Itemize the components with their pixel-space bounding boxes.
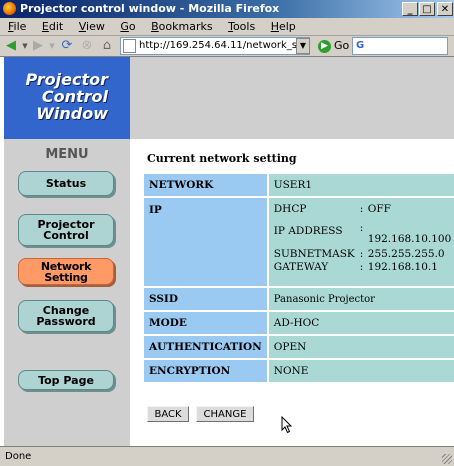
address-bar[interactable]: http://169.254.64.11/network_setting_e.h…	[120, 37, 310, 55]
projector-control-button[interactable]: Projector Control	[18, 214, 114, 246]
status-button[interactable]: Status	[18, 171, 114, 196]
menu-file[interactable]: File	[8, 20, 26, 33]
network-settings-table: NETWORK USER1 IP DHCP : OFF IP ADDRESS :…	[142, 172, 454, 384]
header-banner	[130, 57, 454, 139]
table-row-ssid: SSID Panasonic Projector	[144, 288, 454, 310]
dhcp-row: DHCP : OFF	[274, 203, 452, 216]
main-panel: Current network setting NETWORK USER1 IP…	[130, 139, 454, 446]
change-password-button[interactable]: Change Password	[18, 300, 114, 332]
top-page-button[interactable]: Top Page	[18, 370, 114, 390]
search-engine-icon: G	[356, 40, 365, 51]
gateway-label: GATEWAY	[273, 261, 329, 273]
menu-view[interactable]: View	[79, 20, 105, 33]
window-title: Projector control window - Mozilla Firef…	[20, 2, 280, 15]
top-page-label: Top Page	[38, 373, 94, 387]
ip-address-value: 192.168.10.100	[367, 233, 452, 245]
resize-grip-icon[interactable]	[442, 454, 452, 464]
mouse-cursor-icon	[281, 416, 293, 434]
maximize-button[interactable]: □	[419, 2, 435, 16]
authentication-key: AUTHENTICATION	[144, 336, 267, 358]
address-dropdown-icon[interactable]: ▼	[296, 38, 310, 54]
menu-go[interactable]: Go	[120, 20, 135, 33]
change-button[interactable]: CHANGE	[196, 406, 254, 422]
table-row-network: NETWORK USER1	[144, 174, 454, 196]
ip-value-cell: DHCP : OFF IP ADDRESS : 192.168.10.100 S…	[268, 198, 454, 286]
gateway-row: GATEWAY : 192.168.10.1	[274, 261, 452, 274]
table-row-ip: IP DHCP : OFF IP ADDRESS : 192.168.10.10…	[144, 198, 454, 286]
menu-title: MENU	[45, 147, 89, 162]
change-password-label-2: Password	[36, 315, 96, 328]
table-row-mode: MODE AD-HOC	[144, 312, 454, 334]
subnetmask-row: SUBNETMASK : 255.255.255.0	[274, 248, 452, 261]
home-icon[interactable]: ⌂	[99, 38, 115, 54]
table-row-authentication: AUTHENTICATION OPEN	[144, 336, 454, 358]
page-title: Current network setting	[147, 152, 297, 165]
logo: Projector Control Window	[4, 57, 130, 139]
logo-line-3: Window	[36, 104, 108, 123]
minimize-button[interactable]: _	[402, 2, 418, 16]
ssid-value: Panasonic Projector	[268, 288, 454, 310]
status-text: Done	[5, 451, 32, 462]
subnetmask-colon: :	[359, 248, 364, 260]
ip-key: IP	[144, 198, 267, 286]
ip-address-label: IP ADDRESS	[273, 225, 343, 237]
ip-address-row: IP ADDRESS : 192.168.10.100	[274, 222, 452, 246]
dhcp-value: OFF	[367, 203, 391, 215]
dhcp-label: DHCP	[273, 203, 307, 215]
projector-control-label-2: Control	[43, 229, 89, 242]
firefox-icon	[3, 2, 16, 15]
network-value: USER1	[268, 174, 454, 196]
logo-line-1: Projector	[25, 70, 108, 89]
address-text: http://169.254.64.11/network_setting_e.h…	[139, 40, 309, 51]
status-bar: Done	[0, 446, 454, 466]
subnetmask-label: SUBNETMASK	[273, 248, 355, 260]
network-setting-button[interactable]: Network Setting	[18, 258, 114, 285]
status-label: Status	[45, 177, 87, 190]
subnetmask-value: 255.255.255.0	[367, 248, 445, 260]
mode-key: MODE	[144, 312, 267, 334]
menu-bookmarks[interactable]: Bookmarks	[151, 20, 212, 33]
page-icon	[123, 39, 136, 53]
navigation-toolbar: ◀ ▼ ▶ ▼ ⟳ ⊗ ⌂ http://169.254.64.11/netwo…	[0, 36, 454, 57]
ssid-key: SSID	[144, 288, 267, 310]
go-arrow-icon: ▶	[318, 39, 331, 53]
reload-icon[interactable]: ⟳	[59, 38, 75, 54]
dhcp-colon: :	[359, 203, 364, 215]
authentication-value: OPEN	[268, 336, 454, 358]
page-content: Projector Control Window MENU Status Pro…	[0, 57, 454, 446]
back-button[interactable]: BACK	[147, 406, 189, 422]
menu-edit[interactable]: Edit	[42, 20, 63, 33]
gateway-value: 192.168.10.1	[367, 261, 438, 273]
logo-line-2: Control	[41, 87, 108, 106]
window-titlebar: Projector control window - Mozilla Firef…	[0, 0, 454, 18]
menu-bar: File Edit View Go Bookmarks Tools Help	[0, 18, 454, 36]
menu-help[interactable]: Help	[271, 20, 296, 33]
table-row-encryption: ENCRYPTION NONE	[144, 360, 454, 382]
network-setting-label: Network Setting	[40, 259, 92, 284]
close-button[interactable]: ✕	[437, 2, 453, 16]
mode-value: AD-HOC	[268, 312, 454, 334]
stop-icon[interactable]: ⊗	[79, 38, 95, 54]
ip-address-colon: :	[359, 222, 364, 234]
forward-dropdown-icon[interactable]: ▼	[44, 38, 60, 54]
search-input[interactable]: G	[352, 37, 448, 55]
menu-tools[interactable]: Tools	[228, 20, 255, 33]
encryption-key: ENCRYPTION	[144, 360, 267, 382]
sidebar: MENU Status Projector Control Network Se…	[4, 139, 130, 446]
go-button[interactable]: ▶ Go	[318, 37, 349, 55]
encryption-value: NONE	[268, 360, 454, 382]
go-label: Go	[334, 39, 350, 52]
network-key: NETWORK	[144, 174, 267, 196]
gateway-colon: :	[359, 261, 364, 273]
